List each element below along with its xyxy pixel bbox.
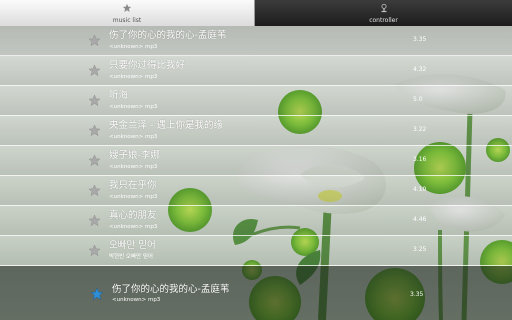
song-subtitle: <unknown> mp3 — [109, 44, 158, 50]
now-playing-bar[interactable]: 伤了你的心的我的心-孟庭苇 <unknown> mp3 3.35 — [0, 266, 512, 320]
favorite-star-icon[interactable] — [88, 154, 101, 167]
song-title: 真心的朋友 — [109, 210, 157, 221]
song-duration: 3.16 — [413, 156, 427, 163]
star-icon — [122, 3, 132, 12]
favorite-star-icon[interactable] — [88, 94, 101, 107]
song-subtitle: <unknown> mp3 — [109, 134, 158, 140]
song-title: 央金兰泽 - 遇上你是我的缘 — [109, 120, 223, 131]
song-row[interactable]: 听海 <unknown> mp3 5.0 — [0, 86, 512, 116]
song-duration: 3.25 — [413, 246, 427, 253]
song-title: 我只在乎你 — [109, 180, 157, 191]
controller-icon — [381, 3, 386, 13]
favorite-star-icon[interactable] — [88, 184, 101, 197]
song-title: 오빠만 믿어 — [109, 240, 156, 251]
song-row[interactable]: 我只在乎你 <unknown> mp3 4.10 — [0, 176, 512, 206]
song-row[interactable]: 真心的朋友 <unknown> mp3 4.46 — [0, 206, 512, 236]
song-title: 听海 — [109, 90, 129, 101]
tab-bar: music list controller — [0, 0, 512, 26]
song-title: 只要你过得比我好 — [109, 60, 186, 71]
song-row[interactable]: 伤了你的心的我的心-孟庭苇 <unknown> mp3 3.35 — [0, 26, 512, 56]
song-duration: 4.32 — [413, 66, 427, 73]
favorite-star-icon[interactable] — [88, 214, 101, 227]
song-row[interactable]: 只要你过得比我好 <unknown> mp3 4.32 — [0, 56, 512, 86]
favorite-star-icon[interactable] — [88, 64, 101, 77]
song-subtitle: <unknown> mp3 — [109, 104, 158, 110]
song-duration: 5.0 — [413, 96, 423, 103]
star-icon[interactable] — [90, 287, 104, 301]
song-subtitle: <unknown> mp3 — [109, 194, 158, 200]
tab-music-list[interactable]: music list — [0, 0, 255, 26]
song-list: 伤了你的心的我的心-孟庭苇 <unknown> mp3 3.35 只要你过得比我… — [0, 26, 512, 266]
favorite-star-icon[interactable] — [88, 34, 101, 47]
song-subtitle: <unknown> mp3 — [109, 164, 158, 170]
song-subtitle: <unknown> mp3 — [109, 74, 158, 80]
song-title: 伤了你的心的我的心-孟庭苇 — [109, 30, 227, 41]
favorite-star-icon[interactable] — [88, 124, 101, 137]
tab-controller[interactable]: controller — [255, 0, 512, 26]
song-row[interactable]: 오빠만 믿어 박현빈 오빠만 믿어 3.25 — [0, 236, 512, 266]
song-title: 嫂子娘-李娜 — [109, 150, 160, 161]
song-duration: 3.22 — [413, 126, 427, 133]
song-duration: 4.10 — [413, 186, 427, 193]
song-duration: 3.35 — [413, 36, 427, 43]
song-row[interactable]: 央金兰泽 - 遇上你是我的缘 <unknown> mp3 3.22 — [0, 116, 512, 146]
now-playing-title: 伤了你的心的我的心-孟庭苇 — [112, 284, 230, 295]
song-duration: 4.46 — [413, 216, 427, 223]
song-subtitle: <unknown> mp3 — [109, 224, 158, 230]
tab-music-list-label: music list — [112, 17, 142, 24]
song-row[interactable]: 嫂子娘-李娜 <unknown> mp3 3.16 — [0, 146, 512, 176]
favorite-star-icon[interactable] — [88, 244, 101, 257]
now-playing-subtitle: <unknown> mp3 — [112, 297, 161, 303]
now-playing-duration: 3.35 — [410, 291, 424, 298]
song-subtitle: 박현빈 오빠만 믿어 — [109, 254, 153, 260]
tab-controller-label: controller — [369, 17, 398, 24]
